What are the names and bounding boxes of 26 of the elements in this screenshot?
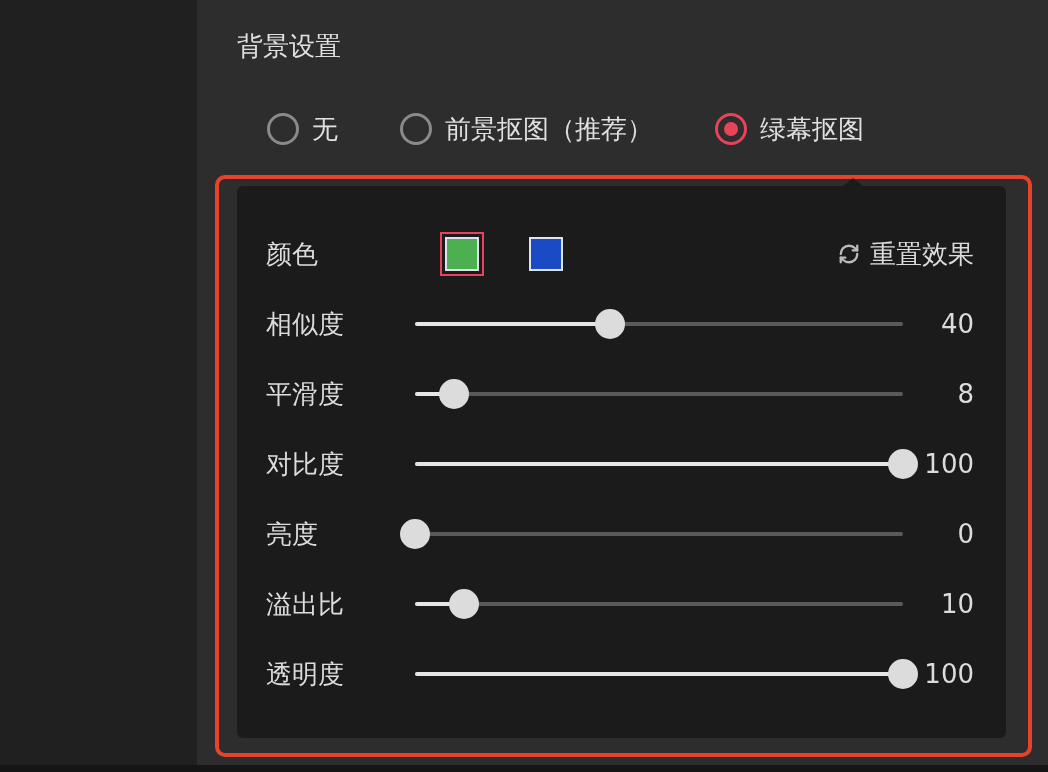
refresh-icon bbox=[838, 243, 860, 265]
slider-label: 溢出比 bbox=[266, 587, 345, 621]
slider-thumb[interactable] bbox=[448, 589, 479, 619]
color-label: 颜色 bbox=[266, 237, 319, 271]
slider-thumb[interactable] bbox=[439, 379, 470, 409]
radio-option[interactable]: 无 bbox=[267, 109, 338, 149]
slider-label: 相似度 bbox=[266, 307, 345, 341]
slider-thumb[interactable] bbox=[888, 449, 918, 479]
slider-value: 0 bbox=[957, 517, 974, 551]
radio-option[interactable]: 前景抠图（推荐） bbox=[400, 109, 653, 149]
reset-button[interactable]: 重置效果 bbox=[838, 234, 974, 274]
slider-thumb[interactable] bbox=[888, 659, 918, 689]
slider-value: 40 bbox=[940, 307, 974, 341]
slider-value: 10 bbox=[940, 587, 974, 621]
slider-thumb[interactable] bbox=[595, 309, 626, 339]
slider-thumb[interactable] bbox=[400, 519, 430, 549]
section-title: 背景设置 bbox=[237, 30, 341, 63]
color-swatch[interactable] bbox=[440, 232, 484, 276]
slider-value: 8 bbox=[957, 377, 974, 411]
slider-label: 透明度 bbox=[266, 657, 345, 691]
slider-label: 亮度 bbox=[266, 517, 319, 551]
radio-option[interactable]: 绿幕抠图 bbox=[715, 109, 864, 149]
slider-label: 对比度 bbox=[266, 447, 345, 481]
slider-label: 平滑度 bbox=[266, 377, 345, 411]
slider-value: 100 bbox=[924, 657, 974, 691]
slider-value: 100 bbox=[924, 447, 974, 481]
